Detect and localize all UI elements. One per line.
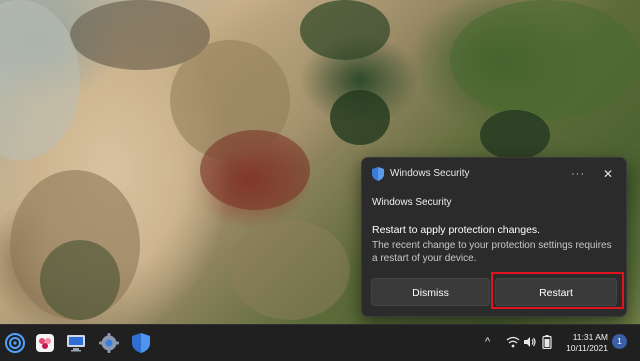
network-icon[interactable] [506,335,520,352]
clock-time: 11:31 AM [572,332,608,342]
wifi-settings-icon[interactable] [3,331,27,355]
dismiss-button[interactable]: Dismiss [371,278,490,306]
notification-app-name: Windows Security [390,168,470,179]
notification-sender: Windows Security [372,197,452,208]
notification-title: Restart to apply protection changes. [372,224,541,236]
restart-button[interactable]: Restart [495,278,617,306]
clock[interactable]: 11:31 AM 10/11/2021 [556,332,608,354]
settings-gear-icon[interactable] [97,331,121,355]
clock-date: 10/11/2021 [566,343,608,353]
notification-header: Windows Security ··· ✕ [362,158,626,190]
photos-icon[interactable] [33,331,57,355]
show-hidden-icons-chevron[interactable]: ^ [485,336,490,348]
windows-security-notification[interactable]: Windows Security ··· ✕ Windows Security … [361,157,627,317]
more-options-button[interactable]: ··· [569,166,587,182]
shield-icon [372,167,384,181]
close-notification-button[interactable]: ✕ [600,166,616,182]
notification-count-badge[interactable]: 1 [612,334,627,349]
notification-body: The recent change to your protection set… [372,240,612,264]
windows-security-icon[interactable] [129,331,153,355]
taskbar: ^ 11:31 AM 10/11/2021 1 [0,324,640,361]
volume-icon[interactable] [523,335,537,352]
battery-icon[interactable] [540,335,554,352]
monitor-icon[interactable] [64,331,88,355]
